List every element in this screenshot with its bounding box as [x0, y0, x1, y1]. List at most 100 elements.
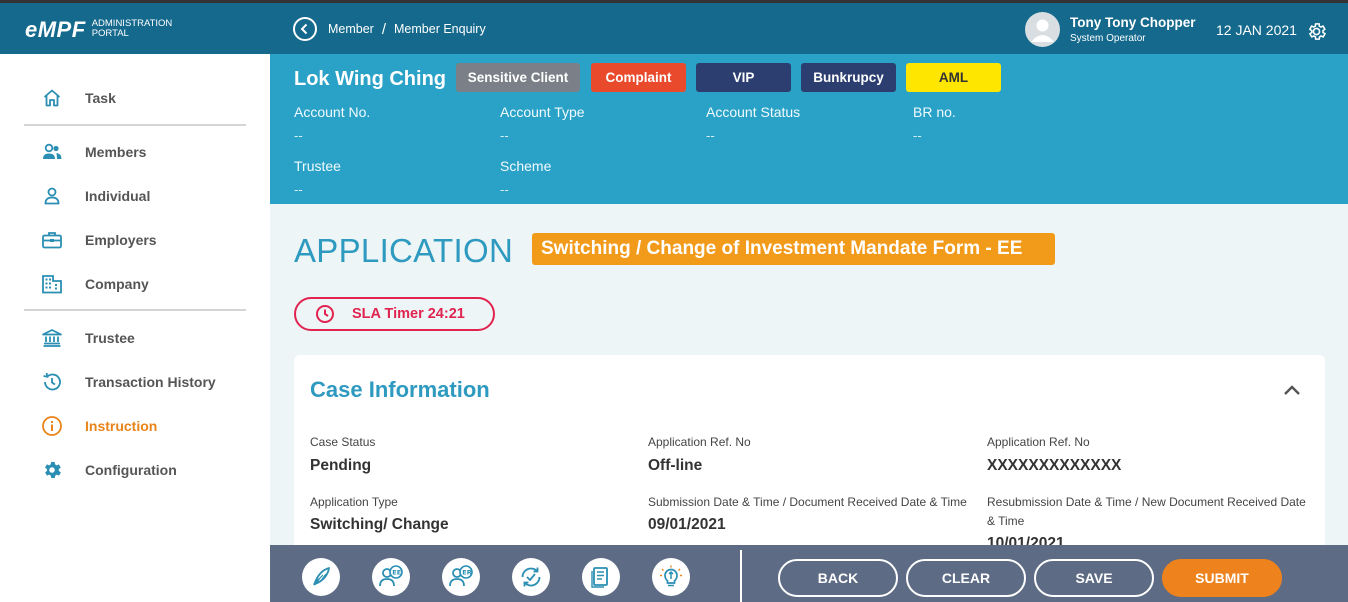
page-title: APPLICATION — [294, 232, 514, 269]
tag-label: Bunkrupcy — [813, 70, 884, 85]
breadcrumb-separator: / — [381, 20, 387, 38]
field-value-account-type: -- — [500, 128, 509, 143]
field-label-account-status: Account Status — [706, 104, 801, 120]
sidebar-item-label: Individual — [85, 188, 151, 204]
sidebar-item-label: Trustee — [85, 330, 135, 346]
sidebar-item-label: Configuration — [85, 462, 177, 478]
info-icon — [40, 414, 64, 438]
gear-icon — [40, 458, 64, 482]
sidebar-item-instruction[interactable]: Instruction — [40, 414, 157, 438]
building-icon — [40, 272, 64, 296]
svg-text:EE: EE — [392, 569, 401, 577]
avatar — [1025, 12, 1060, 47]
logo-subtitle-line-2: PORTAL — [91, 28, 129, 39]
sidebar-item-task[interactable]: Task — [40, 86, 116, 110]
sidebar-divider — [24, 124, 246, 126]
case-information-title: Case Information — [310, 377, 490, 402]
clear-button[interactable]: CLEAR — [906, 559, 1026, 597]
breadcrumb-member[interactable]: Member — [328, 22, 374, 36]
sidebar-item-label: Instruction — [85, 418, 158, 434]
sidebar-item-individual[interactable]: Individual — [40, 184, 150, 208]
tag-label: VIP — [732, 70, 755, 85]
sidebar-item-label: Task — [85, 90, 116, 106]
tag-label: Sensitive Client — [467, 70, 569, 85]
application-ref-value-2: XXXXXXXXXXXXX — [987, 457, 1122, 474]
sidebar-item-label: Members — [85, 144, 147, 160]
quill-icon[interactable] — [302, 558, 340, 596]
svg-text:ER: ER — [462, 569, 471, 577]
submit-button[interactable]: SUBMIT — [1162, 559, 1282, 597]
bottom-action-bar: EE ER BACK CLEAR SAVE SUBMIT — [270, 545, 1348, 602]
field-label-trustee: Trustee — [294, 158, 341, 174]
settings-gear-icon[interactable] — [1306, 21, 1327, 47]
sla-timer: SLA Timer 24:21 — [294, 297, 495, 331]
chevron-up-icon[interactable] — [1283, 383, 1301, 401]
sidebar-item-company[interactable]: Company — [40, 272, 149, 296]
tag-complaint: Complaint — [591, 63, 686, 92]
member-name: Lok Wing Ching — [294, 68, 447, 90]
logo[interactable]: eMPF ADMINISTRATION PORTAL — [25, 17, 172, 43]
field-label-br-no: BR no. — [913, 104, 956, 120]
member-header: Lok Wing Ching Sensitive Client Complain… — [270, 54, 1348, 204]
document-icon[interactable] — [582, 558, 620, 596]
briefcase-icon — [40, 228, 64, 252]
bank-icon — [40, 326, 64, 350]
sidebar-item-label: Employers — [85, 232, 157, 248]
field-value-scheme: -- — [500, 182, 509, 197]
sidebar-item-label: Company — [85, 276, 149, 292]
tag-label: AML — [938, 70, 969, 85]
sidebar-item-trustee[interactable]: Trustee — [40, 326, 135, 350]
field-value-br-no: -- — [913, 128, 922, 143]
ee-user-icon[interactable]: EE — [372, 558, 410, 596]
breadcrumb-member-enquiry[interactable]: Member Enquiry — [394, 22, 486, 36]
tag-bankruptcy: Bunkrupcy — [801, 63, 896, 92]
user-profile[interactable]: Tony Tony Chopper System Operator — [1025, 12, 1196, 47]
er-user-icon[interactable]: ER — [442, 558, 480, 596]
field-value-account-no: -- — [294, 128, 303, 143]
person-icon — [40, 184, 64, 208]
sidebar-item-members[interactable]: Members — [40, 140, 146, 164]
sidebar-item-transaction-history[interactable]: Transaction History — [40, 370, 216, 394]
top-bar: eMPF ADMINISTRATION PORTAL Member / Memb… — [0, 0, 1348, 54]
refresh-check-icon[interactable] — [512, 558, 550, 596]
application-type-value: Switching/ Change — [310, 516, 449, 533]
sidebar-item-employers[interactable]: Employers — [40, 228, 157, 252]
field-label-account-type: Account Type — [500, 104, 585, 120]
current-date: 12 JAN 2021 — [1216, 22, 1297, 38]
field-label-account-no: Account No. — [294, 104, 371, 120]
application-type-label: Application Type — [310, 495, 398, 509]
lightbulb-icon[interactable] — [652, 558, 690, 596]
application-ref-label-2: Application Ref. No — [987, 435, 1090, 449]
logo-text: eMPF — [25, 17, 86, 42]
back-arrow-icon[interactable] — [293, 17, 317, 41]
tag-aml: AML — [906, 63, 1001, 92]
field-label-scheme: Scheme — [500, 158, 552, 174]
logo-subtitle: ADMINISTRATION PORTAL — [92, 19, 173, 39]
sidebar-item-label: Transaction History — [85, 374, 216, 390]
members-icon — [40, 140, 64, 164]
breadcrumb: Member / Member Enquiry — [293, 17, 486, 41]
back-button[interactable]: BACK — [778, 559, 898, 597]
application-ref-label: Application Ref. No — [648, 435, 751, 449]
tag-sensitive-client: Sensitive Client — [456, 63, 580, 92]
case-status-value: Pending — [310, 457, 372, 474]
tag-vip: VIP — [696, 63, 791, 92]
history-icon — [40, 370, 64, 394]
home-icon — [40, 86, 64, 110]
user-role: System Operator — [1070, 33, 1146, 44]
resubmission-date-label: Resubmission Date & Time / New Document … — [987, 495, 1306, 528]
submission-date-value: 09/01/2021 — [648, 516, 726, 533]
tag-label: Complaint — [605, 70, 672, 85]
sla-timer-text: SLA Timer 24:21 — [352, 306, 465, 322]
save-button[interactable]: SAVE — [1034, 559, 1154, 597]
sidebar-divider — [24, 309, 246, 311]
clock-icon — [315, 304, 335, 324]
bottom-bar-separator — [740, 550, 742, 602]
form-name-badge: Switching / Change of Investment Mandate… — [532, 233, 1055, 265]
sidebar: Task Members Individual Employers Compan… — [0, 54, 270, 602]
field-value-trustee: -- — [294, 182, 303, 197]
case-status-label: Case Status — [310, 435, 376, 449]
user-name: Tony Tony Chopper — [1070, 15, 1196, 30]
sidebar-item-configuration[interactable]: Configuration — [40, 458, 177, 482]
submission-date-label: Submission Date & Time / Document Receiv… — [648, 495, 967, 509]
